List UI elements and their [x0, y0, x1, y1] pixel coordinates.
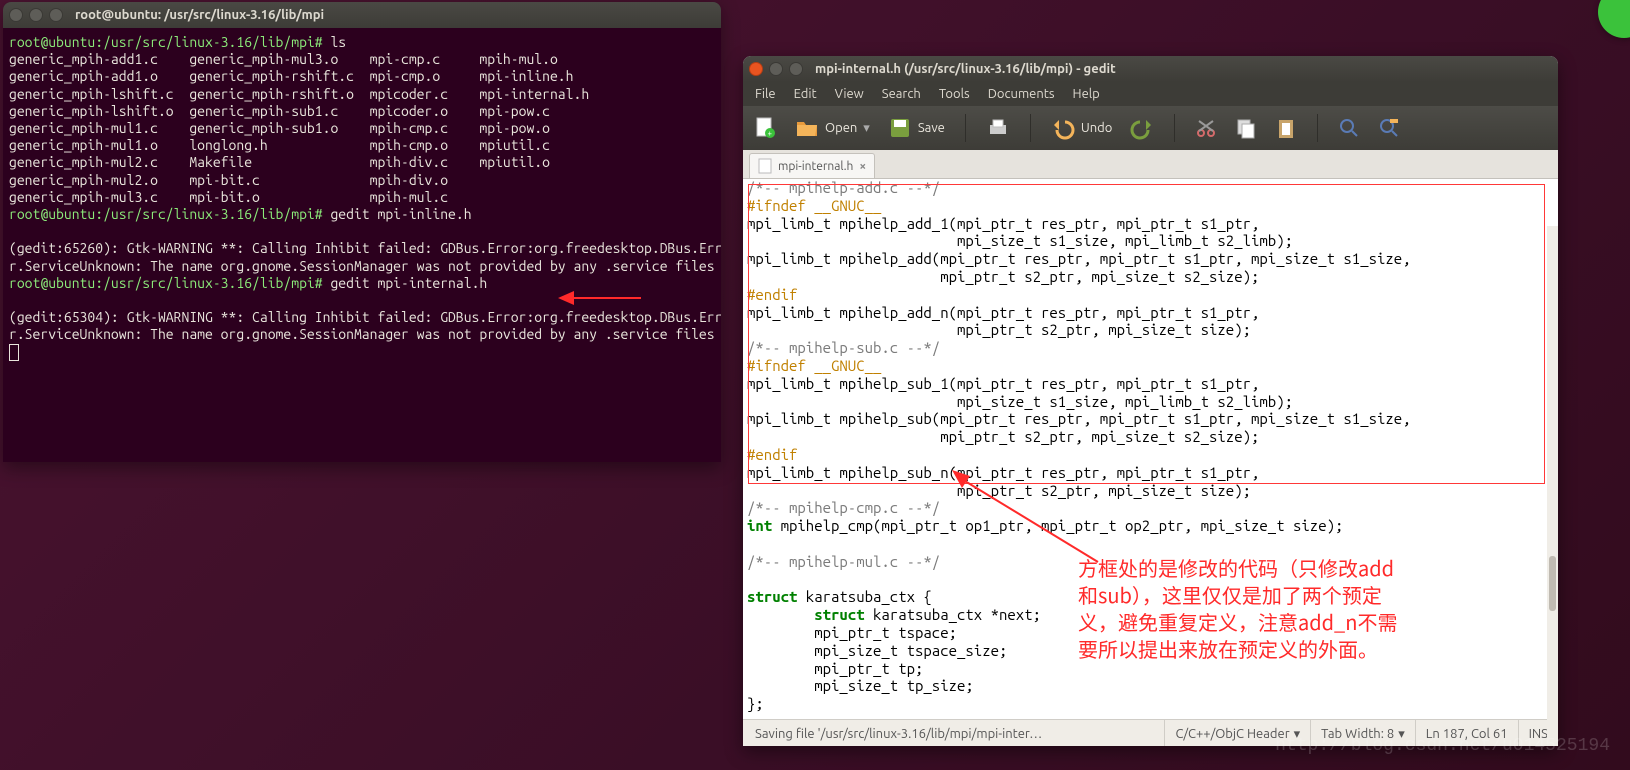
menu-search[interactable]: Search	[874, 85, 929, 103]
save-icon	[888, 116, 912, 140]
tab-mpi-internal[interactable]: mpi-internal.h ×	[749, 153, 875, 178]
paste-button[interactable]	[1275, 117, 1297, 139]
coverage-bubble	[1598, 0, 1630, 38]
separator	[965, 114, 966, 142]
separator	[1317, 114, 1318, 142]
menu-view[interactable]: View	[827, 85, 872, 103]
copy-icon	[1235, 117, 1257, 139]
gedit-toolbar: + Open ▾ Save Undo	[743, 106, 1558, 150]
open-label: Open	[825, 121, 857, 135]
open-button[interactable]: Open ▾	[795, 116, 870, 140]
separator	[1174, 114, 1175, 142]
status-saving: Saving file '/usr/src/linux-3.16/lib/mpi…	[743, 727, 1164, 741]
cut-button[interactable]	[1195, 117, 1217, 139]
minimize-icon[interactable]	[29, 8, 43, 22]
svg-text:+: +	[768, 129, 773, 138]
clipboard-icon	[1275, 117, 1297, 139]
terminal-body[interactable]: root@ubuntu:/usr/src/linux-3.16/lib/mpi#…	[3, 28, 721, 365]
save-button[interactable]: Save	[888, 116, 945, 140]
redo-button[interactable]	[1130, 116, 1154, 140]
separator	[1030, 114, 1031, 142]
menu-file[interactable]: File	[747, 85, 784, 103]
new-file-button[interactable]: +	[753, 116, 777, 140]
watermark: http://blog.csdn.net/u014525194	[1275, 736, 1610, 756]
menu-documents[interactable]: Documents	[980, 85, 1063, 103]
gedit-titlebar[interactable]: mpi-internal.h (/usr/src/linux-3.16/lib/…	[743, 56, 1558, 82]
print-button[interactable]	[986, 116, 1010, 140]
gedit-tabs: mpi-internal.h ×	[743, 150, 1558, 179]
maximize-icon[interactable]	[789, 62, 803, 76]
gedit-title: mpi-internal.h (/usr/src/linux-3.16/lib/…	[815, 62, 1116, 76]
new-file-icon: +	[753, 116, 777, 140]
printer-icon	[986, 116, 1010, 140]
search-icon	[1338, 117, 1360, 139]
terminal-window: root@ubuntu: /usr/src/linux-3.16/lib/mpi…	[3, 2, 721, 462]
redo-icon	[1130, 116, 1154, 140]
replace-button[interactable]	[1378, 117, 1400, 139]
undo-icon	[1051, 116, 1075, 140]
folder-open-icon	[795, 116, 819, 140]
minimize-icon[interactable]	[769, 62, 783, 76]
menu-edit[interactable]: Edit	[786, 85, 825, 103]
annotation-text: 方框处的是修改的代码（只修改add和sub），这里仅仅是加了两个预定义，避免重复…	[1078, 554, 1398, 662]
close-icon[interactable]	[9, 8, 23, 22]
scrollbar[interactable]	[1547, 226, 1558, 746]
maximize-icon[interactable]	[49, 8, 63, 22]
terminal-titlebar[interactable]: root@ubuntu: /usr/src/linux-3.16/lib/mpi	[3, 2, 721, 28]
menu-tools[interactable]: Tools	[931, 85, 978, 103]
undo-label: Undo	[1081, 121, 1113, 135]
tab-close-icon[interactable]: ×	[859, 160, 866, 173]
file-icon	[758, 158, 772, 174]
close-icon[interactable]	[749, 62, 763, 76]
save-label: Save	[918, 121, 945, 135]
scrollbar-thumb[interactable]	[1549, 556, 1556, 611]
terminal-title: root@ubuntu: /usr/src/linux-3.16/lib/mpi	[75, 8, 324, 22]
undo-button[interactable]: Undo	[1051, 116, 1113, 140]
copy-button[interactable]	[1235, 117, 1257, 139]
find-replace-icon	[1378, 117, 1400, 139]
chevron-down-icon[interactable]: ▾	[863, 121, 870, 136]
scissors-icon	[1195, 117, 1217, 139]
menu-help[interactable]: Help	[1065, 85, 1108, 103]
find-button[interactable]	[1338, 117, 1360, 139]
tab-label: mpi-internal.h	[778, 160, 853, 173]
gedit-menubar: File Edit View Search Tools Documents He…	[743, 82, 1558, 106]
